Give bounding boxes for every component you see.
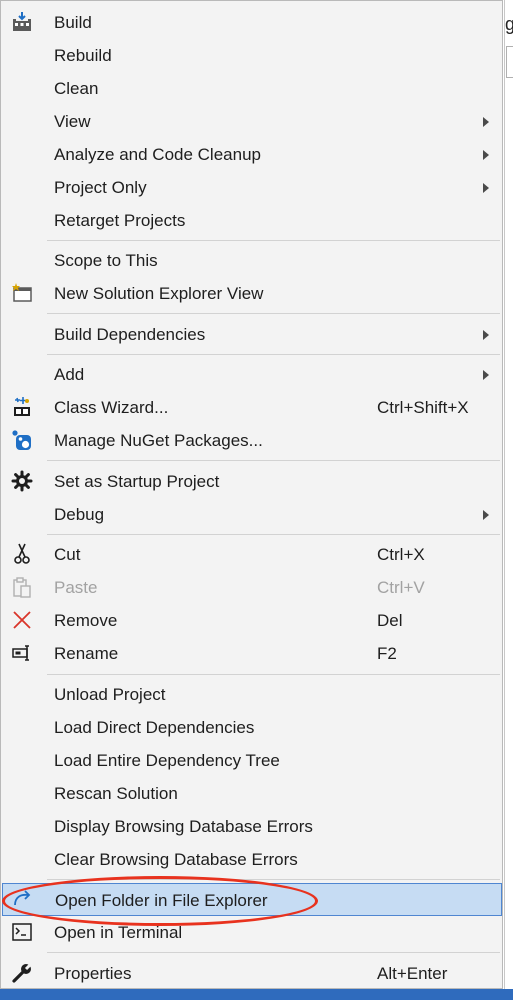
background-dropdown-fragment [506, 46, 513, 78]
menu-item-label: Unload Project [54, 685, 166, 704]
close-icon [10, 608, 34, 632]
menu-item-label: Load Direct Dependencies [54, 718, 255, 737]
submenu-arrow-icon [483, 330, 489, 340]
menu-item-set-as-startup-project[interactable]: Set as Startup Project [2, 465, 502, 498]
menu-separator [47, 240, 500, 241]
submenu-arrow-icon [483, 150, 489, 160]
menu-item-properties[interactable]: Properties Alt+Enter [2, 957, 502, 990]
menu-item-label: Open in Terminal [54, 923, 183, 942]
open-folder-arrow-icon [11, 888, 35, 912]
menu-separator [47, 354, 500, 355]
menu-item-view[interactable]: View [2, 105, 502, 138]
menu-item-label: Add [54, 365, 85, 384]
menu-item-retarget-projects[interactable]: Retarget Projects [2, 204, 502, 237]
menu-item-open-folder-in-file-explorer[interactable]: Open Folder in File Explorer [2, 883, 502, 916]
menu-item-clean[interactable]: Clean [2, 72, 502, 105]
taskbar-edge [0, 989, 513, 1000]
menu-item-load-direct-dependencies[interactable]: Load Direct Dependencies [2, 711, 502, 744]
terminal-icon [10, 920, 34, 944]
class-wizard-icon [10, 395, 34, 419]
menu-item-debug[interactable]: Debug [2, 498, 502, 531]
menu-item-shortcut: Del [377, 611, 403, 630]
menu-separator [47, 534, 500, 535]
menu-item-rescan-solution[interactable]: Rescan Solution [2, 777, 502, 810]
menu-item-rebuild[interactable]: Rebuild [2, 39, 502, 72]
menu-item-label: Clean [54, 79, 99, 98]
rename-icon [10, 641, 34, 665]
context-menu: Build Rebuild Clean View Analyze and Cod… [0, 0, 503, 989]
menu-item-label: Display Browsing Database Errors [54, 817, 313, 836]
menu-item-shortcut: Ctrl+Shift+X [377, 398, 469, 417]
menu-item-shortcut: Ctrl+X [377, 545, 425, 564]
menu-separator [47, 460, 500, 461]
new-explorer-view-icon [10, 281, 34, 305]
menu-item-label: Analyze and Code Cleanup [54, 145, 261, 164]
menu-item-label: Manage NuGet Packages... [54, 431, 263, 450]
menu-item-label: New Solution Explorer View [54, 284, 264, 303]
menu-item-label: Retarget Projects [54, 211, 186, 230]
gear-icon [10, 469, 34, 493]
menu-item-label: View [54, 112, 91, 131]
menu-item-label: Open Folder in File Explorer [55, 891, 268, 910]
background-text-fragment: g [505, 14, 513, 34]
menu-item-scope-to-this[interactable]: Scope to This [2, 244, 502, 277]
menu-item-label: Rebuild [54, 46, 112, 65]
menu-item-label: Clear Browsing Database Errors [54, 850, 298, 869]
menu-item-label: Class Wizard... [54, 398, 169, 417]
menu-separator [47, 952, 500, 953]
menu-item-shortcut: Alt+Enter [377, 964, 448, 983]
menu-item-add[interactable]: Add [2, 358, 502, 391]
menu-item-label: Set as Startup Project [54, 472, 220, 491]
menu-item-label: Scope to This [54, 251, 158, 270]
menu-item-build-dependencies[interactable]: Build Dependencies [2, 318, 502, 351]
build-icon [10, 10, 34, 34]
menu-item-label: Load Entire Dependency Tree [54, 751, 280, 770]
menu-item-build[interactable]: Build [2, 6, 502, 39]
menu-item-manage-nuget-packages[interactable]: Manage NuGet Packages... [2, 424, 502, 457]
nuget-icon [10, 428, 34, 452]
menu-item-load-entire-dependency-tree[interactable]: Load Entire Dependency Tree [2, 744, 502, 777]
menu-item-project-only[interactable]: Project Only [2, 171, 502, 204]
menu-item-paste[interactable]: Paste Ctrl+V [2, 571, 502, 604]
menu-item-shortcut: Ctrl+V [377, 578, 425, 597]
menu-separator [47, 313, 500, 314]
menu-item-label: Rename [54, 644, 119, 663]
menu-item-label: Properties [54, 964, 132, 983]
menu-item-shortcut: F2 [377, 644, 397, 663]
menu-item-label: Rescan Solution [54, 784, 178, 803]
wrench-icon [10, 961, 34, 985]
menu-item-label: Remove [54, 611, 118, 630]
menu-item-open-in-terminal[interactable]: Open in Terminal [2, 916, 502, 949]
submenu-arrow-icon [483, 183, 489, 193]
menu-item-remove[interactable]: Remove Del [2, 604, 502, 637]
menu-separator [47, 674, 500, 675]
submenu-arrow-icon [483, 510, 489, 520]
background-window-edge: g [504, 0, 513, 1000]
menu-item-label: Project Only [54, 178, 147, 197]
menu-item-label: Cut [54, 545, 81, 564]
menu-item-class-wizard[interactable]: Class Wizard... Ctrl+Shift+X [2, 391, 502, 424]
menu-item-label: Paste [54, 578, 98, 597]
menu-item-unload-project[interactable]: Unload Project [2, 678, 502, 711]
menu-item-clear-browsing-database-errors[interactable]: Clear Browsing Database Errors [2, 843, 502, 876]
menu-item-new-solution-explorer-view[interactable]: New Solution Explorer View [2, 277, 502, 310]
menu-separator [47, 879, 500, 880]
menu-item-label: Build Dependencies [54, 325, 206, 344]
submenu-arrow-icon [483, 117, 489, 127]
menu-item-label: Build [54, 13, 92, 32]
paste-icon [10, 575, 34, 599]
menu-item-cut[interactable]: Cut Ctrl+X [2, 538, 502, 571]
menu-item-display-browsing-database-errors[interactable]: Display Browsing Database Errors [2, 810, 502, 843]
scissors-icon [10, 542, 34, 566]
submenu-arrow-icon [483, 370, 489, 380]
menu-item-analyze-code-cleanup[interactable]: Analyze and Code Cleanup [2, 138, 502, 171]
menu-item-label: Debug [54, 505, 105, 524]
menu-item-rename[interactable]: Rename F2 [2, 637, 502, 670]
